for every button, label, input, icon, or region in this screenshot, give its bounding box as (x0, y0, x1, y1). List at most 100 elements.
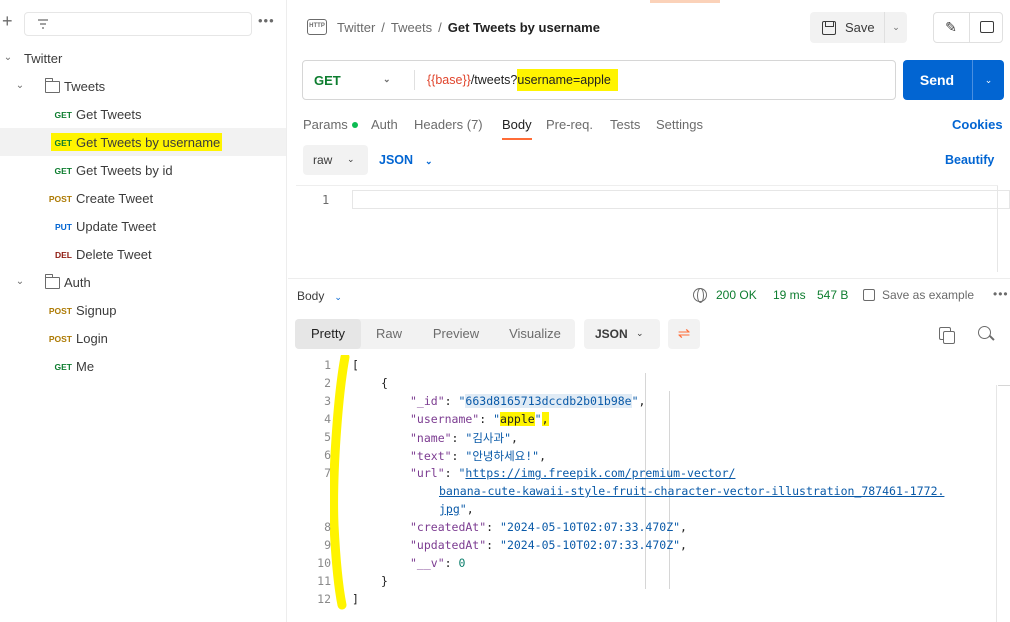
tab-preview[interactable]: Preview (419, 319, 493, 349)
method-select[interactable]: GET ⌄ (303, 61, 413, 99)
url-variable: {{base}} (427, 73, 471, 87)
save-options-button[interactable]: ⌄ (884, 12, 907, 43)
json-token: "__v" (410, 556, 445, 570)
url-input[interactable]: {{base}}/tweets?username=apple (427, 69, 618, 91)
send-button[interactable]: Send (903, 60, 971, 100)
body-type-select[interactable]: raw ⌄ (303, 145, 368, 175)
request-item[interactable]: GET Get Tweets (0, 100, 286, 128)
response-label: Body (297, 289, 325, 303)
format-select[interactable]: JSON ⌄ (584, 319, 660, 349)
pane-divider[interactable] (288, 278, 1010, 279)
cookies-link[interactable]: Cookies (952, 117, 1003, 132)
response-time[interactable]: 19 ms (773, 288, 806, 302)
json-token: 0 (458, 556, 466, 570)
collection-twitter[interactable]: ⌄ Twitter (0, 44, 286, 72)
response-view-tabs: Pretty Raw Preview Visualize (295, 319, 575, 349)
json-open-bracket: [ (352, 358, 359, 372)
breadcrumb-separator: / (381, 20, 385, 35)
json-token: "url" (410, 466, 445, 480)
tab-headers[interactable]: Headers (7) (414, 117, 483, 132)
response-size[interactable]: 547 B (817, 288, 848, 302)
more-icon[interactable]: ••• (993, 287, 1009, 301)
active-line (352, 190, 1010, 209)
beautify-button[interactable]: Beautify (945, 153, 994, 167)
request-item[interactable]: DEL Delete Tweet (0, 240, 286, 268)
highlight-mark (330, 355, 350, 610)
breadcrumb-request[interactable]: Get Tweets by username (448, 20, 600, 35)
line-number: 12 (317, 592, 331, 606)
url-link[interactable]: jpg (439, 502, 460, 516)
method-badge: PUT (55, 222, 72, 232)
request-item[interactable]: POST Login (0, 324, 286, 352)
method-value: GET (314, 72, 341, 88)
json-token: "apple" (493, 412, 542, 426)
breadcrumb-collection[interactable]: Twitter (337, 20, 375, 35)
url-link[interactable]: banana-cute-kawaii-style-fruit-character… (439, 484, 944, 498)
json-line-updatedAt: "updatedAt": "2024-05-10T02:07:33.470Z", (410, 538, 687, 552)
comment-button[interactable] (969, 13, 1003, 42)
globe-icon[interactable] (693, 288, 707, 303)
copy-icon[interactable] (939, 327, 955, 344)
status-dot (351, 122, 358, 128)
tab-raw[interactable]: Raw (363, 319, 415, 349)
json-line-v: "__v": 0 (410, 556, 466, 570)
json-token: "김사과" (465, 431, 511, 445)
body-lang-value: JSON (379, 153, 414, 167)
method-badge: DEL (55, 250, 72, 260)
chevron-down-icon: ⌄ (347, 154, 355, 164)
response-body[interactable]: 1 2 3 4 5 6 7 8 9 10 11 12 [ { "_id": "6… (288, 355, 1010, 622)
request-header: HTTP Twitter / Tweets / Get Tweets by userna… (288, 0, 1010, 56)
breadcrumb-folder[interactable]: Tweets (391, 20, 432, 35)
request-item[interactable]: PUT Update Tweet (0, 212, 286, 240)
url-link[interactable]: https://img.freepik.com/premium-vector/ (465, 466, 735, 480)
request-label: Update Tweet (76, 219, 156, 234)
folder-auth[interactable]: ⌄ Auth (0, 268, 286, 296)
tab-tests[interactable]: Tests (610, 117, 640, 132)
chevron-down-icon: ⌄ (334, 292, 342, 302)
line-number: 7 (324, 466, 331, 480)
save-as-example-button[interactable]: Save as example (863, 288, 974, 302)
folder-icon (45, 78, 60, 93)
tab-body[interactable]: Body (502, 117, 532, 132)
tab-params[interactable]: Params (303, 117, 358, 132)
body-lang-select[interactable]: JSON ⌄ (379, 153, 433, 167)
tab-auth[interactable]: Auth (371, 117, 398, 132)
tab-settings[interactable]: Settings (656, 117, 703, 132)
scrollbar[interactable] (996, 385, 997, 622)
filter-input[interactable] (24, 12, 252, 36)
tab-pretty[interactable]: Pretty (295, 319, 361, 349)
folder-label: Auth (64, 275, 91, 290)
request-item[interactable]: GET Me (0, 352, 286, 380)
wrap-icon[interactable]: ⇌ (668, 319, 700, 349)
search-icon[interactable] (978, 326, 991, 339)
collection-label: Twitter (24, 51, 63, 66)
line-number: 6 (324, 448, 331, 462)
json-token: "updatedAt" (410, 538, 487, 552)
json-token: "name" (410, 431, 452, 445)
more-icon[interactable]: ••• (258, 13, 275, 28)
status-code[interactable]: 200 OK (716, 288, 757, 302)
edit-group: ✎ (933, 12, 1003, 43)
plus-icon[interactable]: + (2, 12, 13, 30)
send-options-button[interactable]: ⌄ (972, 60, 1004, 100)
tab-prereq[interactable]: Pre-req. (546, 117, 593, 132)
request-item-selected[interactable]: GET Get Tweets by username (0, 128, 286, 156)
scrollbar[interactable] (997, 186, 998, 272)
json-close-bracket: ] (352, 592, 359, 606)
tab-visualize[interactable]: Visualize (496, 319, 574, 349)
response-body-select[interactable]: Body ⌄ (297, 289, 342, 303)
json-token: "663d8165713dccdb2b01b98e" (458, 394, 639, 408)
save-icon (822, 20, 836, 35)
request-item[interactable]: POST Create Tweet (0, 184, 286, 212)
request-label: Login (76, 331, 108, 346)
folder-tweets[interactable]: ⌄ Tweets (0, 72, 286, 100)
save-icon (863, 289, 875, 301)
chevron-down-icon: ⌄ (3, 52, 13, 63)
save-button[interactable]: Save (810, 12, 884, 43)
request-item[interactable]: GET Get Tweets by id (0, 156, 286, 184)
save-group: Save ⌄ (810, 12, 907, 43)
request-body-editor[interactable]: 1 (296, 185, 1010, 272)
url-query: username=apple (517, 69, 618, 91)
request-item[interactable]: POST Signup (0, 296, 286, 324)
pencil-icon[interactable]: ✎ (934, 13, 968, 42)
